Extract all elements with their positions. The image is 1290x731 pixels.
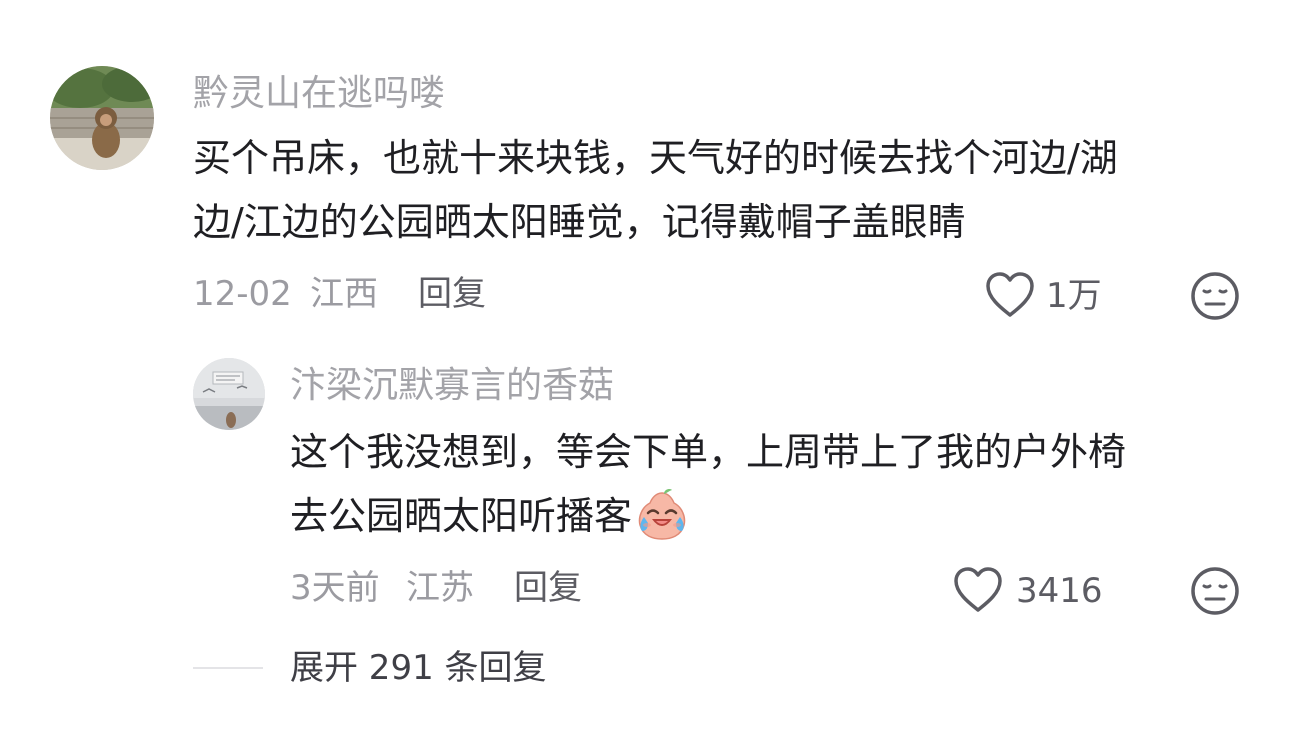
comment-date: 12-02 (193, 274, 292, 314)
reply-reply-button[interactable]: 回复 (514, 566, 582, 610)
reply-text: 这个我没想到，等会下单，上周带上了我的户外椅 去公园晒太阳听播客 (290, 420, 1126, 562)
neutral-face-icon (1190, 272, 1240, 325)
comment-text: 买个吊床，也就十来块钱，天气好的时候去找个河边/湖 边/江边的公园晒太阳睡觉，记… (193, 126, 1118, 254)
expand-replies-button[interactable]: 展开 291 条回复 (290, 646, 547, 690)
like-count: 1万 (1046, 276, 1102, 316)
comment-username[interactable]: 黔灵山在逃吗喽 (193, 72, 445, 116)
neutral-face-icon (1190, 567, 1240, 620)
reply-like-count: 3416 (1016, 571, 1103, 611)
reply-text-line: 这个我没想到，等会下单，上周带上了我的户外椅 (290, 430, 1127, 474)
reply-date: 3天前 (290, 568, 380, 608)
reply-avatar[interactable] (193, 358, 265, 430)
heart-icon (952, 567, 1004, 618)
reply-like-button[interactable] (952, 566, 1004, 614)
reply-location: 江苏 (406, 568, 474, 608)
heart-icon (984, 272, 1036, 323)
crying-laughing-emoji-icon (634, 487, 690, 562)
reply-text-line: 去公园晒太阳听播客 (290, 484, 1126, 562)
reply-text-line-text: 去公园晒太阳听播客 (290, 494, 633, 538)
like-button[interactable] (984, 271, 1036, 319)
dislike-button[interactable] (1190, 271, 1240, 321)
reply-dislike-button[interactable] (1190, 566, 1240, 616)
reply-username[interactable]: 汴梁沉默寡言的香菇 (290, 364, 614, 408)
expand-divider (193, 667, 263, 669)
comment-text-line: 买个吊床，也就十来块钱，天气好的时候去找个河边/湖 (193, 136, 1118, 180)
comment-location: 江西 (310, 274, 378, 314)
avatar[interactable] (50, 66, 154, 170)
comment-text-line: 边/江边的公园晒太阳睡觉，记得戴帽子盖眼睛 (193, 200, 966, 244)
reply-button[interactable]: 回复 (418, 272, 486, 316)
